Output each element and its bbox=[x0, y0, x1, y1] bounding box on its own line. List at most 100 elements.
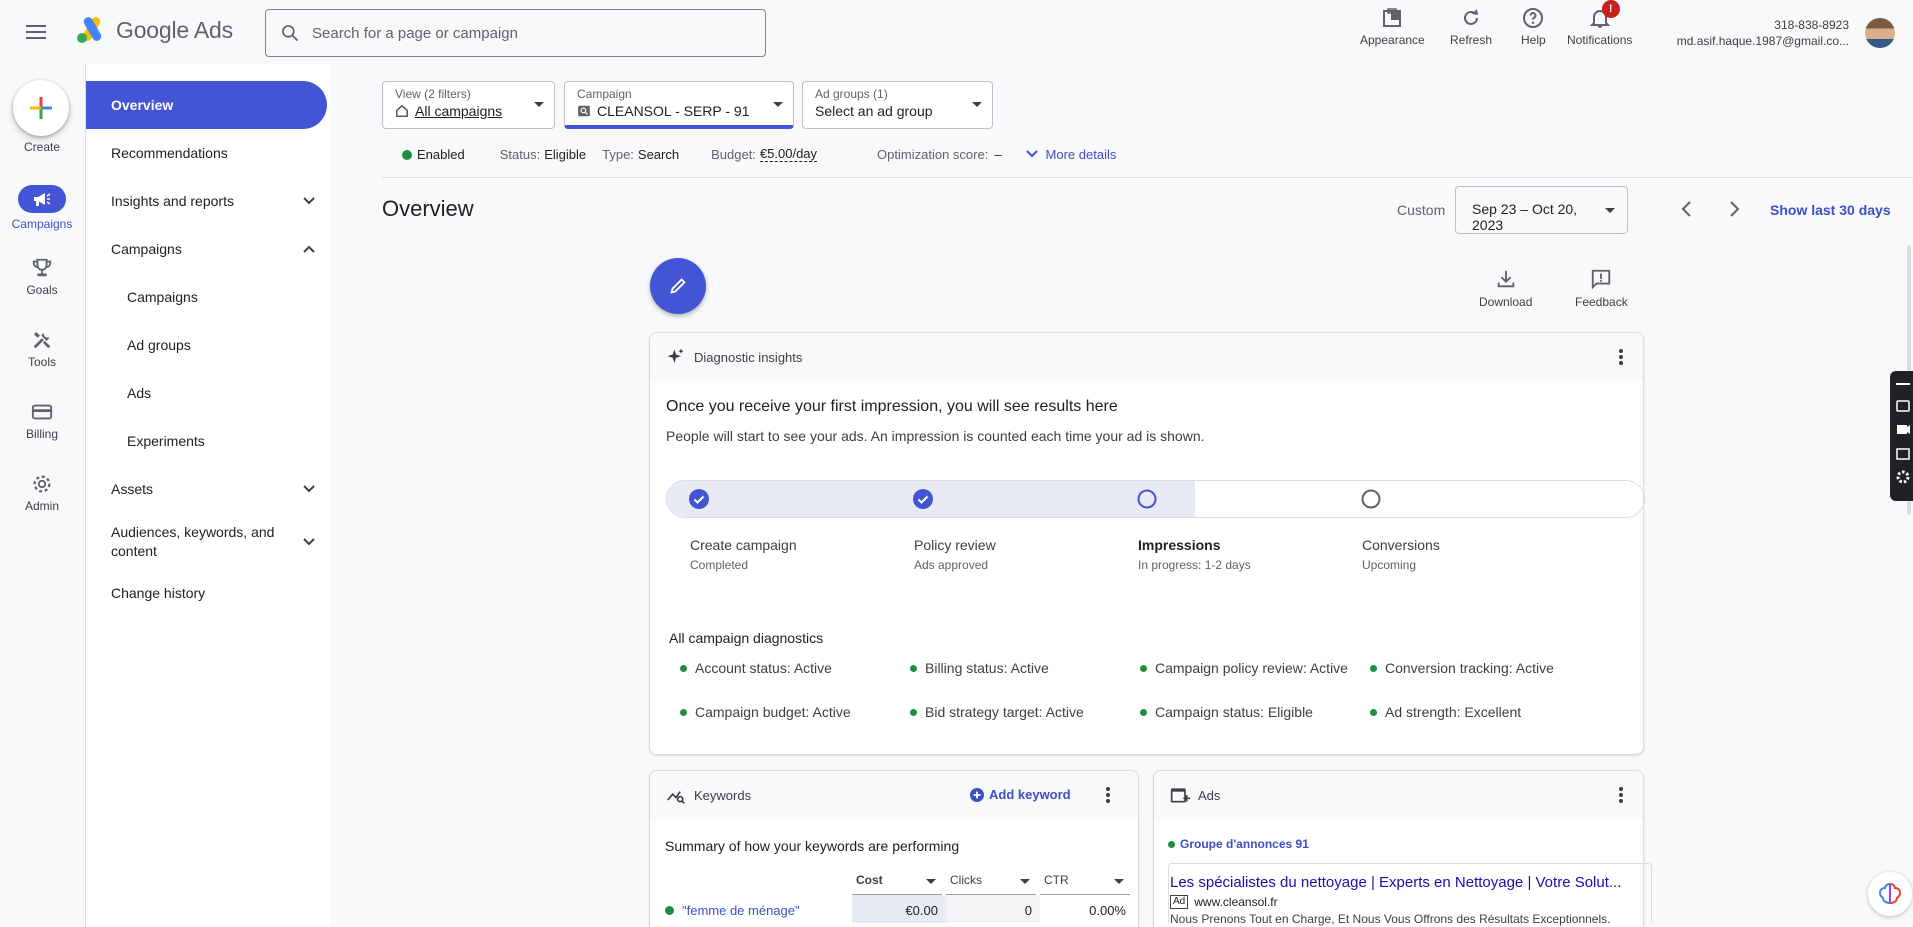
screen-tools-icon bbox=[1896, 383, 1910, 484]
column-header-clicks[interactable]: Clicks bbox=[946, 873, 1036, 895]
enabled-status[interactable]: Enabled bbox=[402, 147, 465, 162]
nav-item-assets[interactable]: Assets bbox=[86, 465, 327, 513]
next-period-button[interactable] bbox=[1727, 200, 1741, 218]
rail-item-billing[interactable]: Billing bbox=[0, 401, 84, 441]
nav-item-insights[interactable]: Insights and reports bbox=[86, 177, 327, 225]
diagnostic-item[interactable]: Campaign status: Eligible bbox=[1140, 704, 1313, 720]
type-value: Search bbox=[637, 146, 680, 162]
notifications-button[interactable]: ! Notifications bbox=[1567, 0, 1632, 47]
diagnostic-item[interactable]: Campaign policy review: Active bbox=[1140, 660, 1348, 676]
search-campaign-icon bbox=[578, 105, 590, 117]
diagnostic-item[interactable]: Billing status: Active bbox=[910, 660, 1049, 676]
nav-item-ads[interactable]: Ads bbox=[86, 369, 327, 417]
nav-item-campaigns[interactable]: Campaigns bbox=[86, 273, 327, 321]
more-options-button[interactable] bbox=[1619, 787, 1623, 803]
diagnostic-item-label: Conversion tracking: Active bbox=[1385, 660, 1554, 676]
more-options-button[interactable] bbox=[1619, 349, 1623, 365]
side-toolbar[interactable] bbox=[1890, 371, 1913, 501]
more-details-link[interactable]: More details bbox=[1025, 147, 1116, 162]
previous-period-button[interactable] bbox=[1680, 200, 1694, 218]
add-keyword-label: Add keyword bbox=[989, 787, 1071, 802]
appearance-button[interactable]: Appearance bbox=[1360, 6, 1425, 47]
add-keyword-button[interactable]: Add keyword bbox=[970, 787, 1071, 802]
help-button[interactable]: Help bbox=[1521, 6, 1546, 47]
step-label: Policy review bbox=[914, 537, 996, 553]
nav-recommendations-label: Recommendations bbox=[111, 145, 228, 161]
enabled-dot-icon bbox=[402, 149, 412, 160]
ad-headline[interactable]: Les spécialistes du nettoyage | Experts … bbox=[1170, 874, 1621, 891]
column-header-ctr[interactable]: CTR bbox=[1040, 873, 1130, 895]
nav-item-change-history[interactable]: Change history bbox=[86, 569, 327, 617]
sort-caret-icon bbox=[1114, 879, 1124, 884]
gear-icon bbox=[33, 475, 51, 493]
nav-experiments-label: Experiments bbox=[127, 433, 205, 449]
step-label: Impressions bbox=[1138, 537, 1221, 553]
main-menu-button[interactable] bbox=[22, 18, 50, 46]
diagnostic-item[interactable]: Ad strength: Excellent bbox=[1370, 704, 1521, 720]
appearance-icon bbox=[1383, 8, 1402, 27]
download-button[interactable]: Download bbox=[1479, 268, 1532, 309]
rail-item-campaigns[interactable]: Campaigns bbox=[0, 185, 84, 231]
campaign-selector[interactable]: Campaign CLEANSOL - SERP - 91 bbox=[564, 81, 794, 129]
diagnostic-item[interactable]: Bid strategy target: Active bbox=[910, 704, 1084, 720]
chevron-down-icon bbox=[1025, 150, 1038, 158]
dropdown-caret-icon bbox=[773, 102, 783, 107]
diagnostic-title: Once you receive your first impression, … bbox=[666, 398, 1118, 415]
ad-display-url: Ad www.cleansol.fr bbox=[1170, 895, 1278, 909]
column-header-cost[interactable]: Cost bbox=[852, 873, 942, 895]
nav-item-ad-groups[interactable]: Ad groups bbox=[86, 321, 327, 369]
step-status: Completed bbox=[690, 558, 749, 572]
nav-overview-label: Overview bbox=[111, 97, 174, 113]
account-info[interactable]: 318-838-8923 md.asif.haque.1987@gmail.co… bbox=[1677, 17, 1849, 49]
nav-audiences-label-line2: content bbox=[111, 543, 157, 559]
refresh-button[interactable]: Refresh bbox=[1450, 6, 1492, 47]
rail-item-goals[interactable]: Goals bbox=[0, 257, 84, 297]
date-range-picker[interactable]: Sep 23 – Oct 20, 2023 bbox=[1455, 186, 1628, 234]
budget-value[interactable]: €5.00/day bbox=[759, 146, 818, 162]
google-ads-logo[interactable]: Google Ads bbox=[76, 16, 233, 44]
nav-assets-label: Assets bbox=[111, 481, 154, 497]
home-icon bbox=[396, 104, 408, 117]
goals-label: Goals bbox=[26, 283, 58, 297]
ads-icon bbox=[1170, 788, 1190, 803]
optimization-value: – bbox=[994, 146, 1002, 162]
view-selector[interactable]: View (2 filters) All campaigns bbox=[382, 81, 555, 129]
rail-item-tools[interactable]: Tools bbox=[0, 329, 84, 369]
avatar[interactable] bbox=[1865, 18, 1895, 48]
nav-item-audiences[interactable]: Audiences, keywords, and content bbox=[86, 513, 327, 571]
more-options-button[interactable] bbox=[1106, 787, 1110, 803]
type-label: Type: bbox=[602, 146, 634, 162]
status-dot-icon bbox=[665, 906, 674, 915]
rail-item-admin[interactable]: Admin bbox=[0, 473, 84, 513]
diagnostic-item[interactable]: Conversion tracking: Active bbox=[1370, 660, 1554, 676]
google-ads-logo-icon bbox=[77, 17, 102, 43]
rail-create-label[interactable]: Create bbox=[0, 140, 84, 154]
diagnostic-header-label: Diagnostic insights bbox=[694, 349, 803, 365]
billing-label: Billing bbox=[25, 427, 58, 441]
show-last-30-days-link[interactable]: Show last 30 days bbox=[1770, 202, 1891, 218]
download-icon bbox=[1497, 270, 1514, 288]
add-circle-icon bbox=[970, 787, 984, 802]
diagnostic-item[interactable]: Account status: Active bbox=[680, 660, 832, 676]
status-dot-icon bbox=[910, 664, 917, 672]
edit-button[interactable] bbox=[650, 258, 706, 314]
sparkle-icon bbox=[667, 348, 684, 363]
assistant-button[interactable] bbox=[1868, 872, 1912, 916]
nav-item-recommendations[interactable]: Recommendations bbox=[86, 129, 327, 177]
keywords-card: Keywords Add keyword Summary of how your… bbox=[649, 770, 1139, 927]
ad-group-selector[interactable]: Ad groups (1) Select an ad group bbox=[802, 81, 993, 129]
create-button[interactable] bbox=[13, 80, 69, 136]
refresh-icon bbox=[1464, 9, 1479, 25]
brain-icon bbox=[1878, 882, 1902, 905]
nav-item-campaigns-group[interactable]: Campaigns bbox=[86, 225, 327, 273]
ad-group-link[interactable]: Groupe d'annonces 91 bbox=[1168, 837, 1309, 851]
keyword-row[interactable]: "femme de ménage" bbox=[665, 903, 800, 918]
nav-item-overview[interactable]: Overview bbox=[86, 81, 327, 129]
search-bar[interactable]: Search for a page or campaign bbox=[265, 9, 766, 57]
diagnostic-item-label: Campaign status: Eligible bbox=[1155, 704, 1313, 720]
feedback-label: Feedback bbox=[1575, 295, 1628, 309]
diagnostic-item[interactable]: Campaign budget: Active bbox=[680, 704, 851, 720]
nav-item-experiments[interactable]: Experiments bbox=[86, 417, 327, 465]
feedback-button[interactable]: Feedback bbox=[1575, 268, 1628, 309]
notification-badge: ! bbox=[1601, 0, 1620, 18]
